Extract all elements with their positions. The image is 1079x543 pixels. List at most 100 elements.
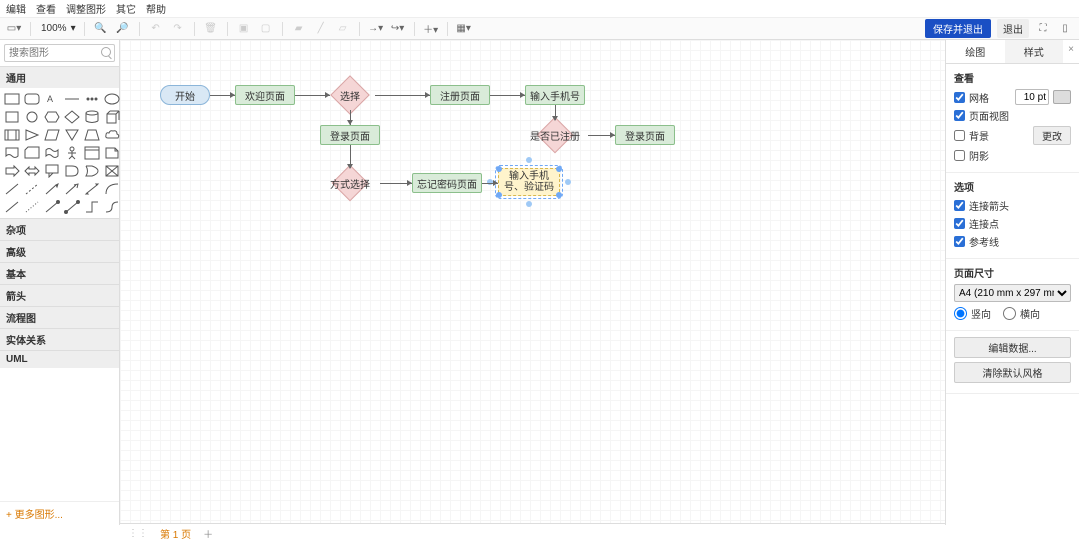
shape-line-arrow4[interactable] xyxy=(64,200,80,214)
shape-rect[interactable] xyxy=(4,92,20,106)
shape-or[interactable] xyxy=(84,164,100,178)
grid-size-input[interactable] xyxy=(1015,89,1049,105)
node-start[interactable]: 开始 xyxy=(160,85,210,105)
grid-color-swatch[interactable] xyxy=(1053,90,1071,104)
palette-common[interactable]: 通用 xyxy=(0,66,119,88)
zoom-in-icon[interactable]: 🔍 xyxy=(93,21,109,37)
undo-icon[interactable]: ↶ xyxy=(148,21,164,37)
shape-arc[interactable] xyxy=(104,182,120,196)
node-enter-code[interactable]: 输入手机号、验证码 xyxy=(498,168,560,196)
shape-circle[interactable] xyxy=(24,110,40,124)
fullscreen-icon[interactable]: ⛶ xyxy=(1035,21,1051,37)
page-icon[interactable]: ▭▾ xyxy=(6,21,22,37)
node-enter-phone[interactable]: 输入手机号 xyxy=(525,85,585,105)
node-register[interactable]: 注册页面 xyxy=(430,85,490,105)
conn-arrow-checkbox[interactable] xyxy=(954,200,965,211)
shape-roundrect[interactable] xyxy=(24,92,40,106)
shape-document[interactable] xyxy=(4,146,20,160)
palette-basic[interactable]: 基本 xyxy=(0,262,119,284)
shape-diamond[interactable] xyxy=(64,110,80,124)
shape-line4[interactable] xyxy=(84,200,100,214)
node-forgot[interactable]: 忘记密码页面 xyxy=(412,173,482,193)
add-page-button[interactable]: ＋ xyxy=(203,526,213,541)
shadow-icon[interactable]: ▱ xyxy=(335,21,351,37)
drag-handle-icon[interactable]: ⋮⋮ xyxy=(128,528,148,539)
front-icon[interactable]: ▣ xyxy=(236,21,252,37)
shape-cube[interactable] xyxy=(104,110,120,124)
shape-cloud[interactable] xyxy=(104,128,120,142)
node-welcome[interactable]: 欢迎页面 xyxy=(235,85,295,105)
collapse-icon[interactable]: ▯ xyxy=(1057,21,1073,37)
shape-line-dash[interactable] xyxy=(24,182,40,196)
exit-button[interactable]: 退出 xyxy=(997,19,1029,38)
table-icon[interactable]: ▦▾ xyxy=(456,21,472,37)
redo-icon[interactable]: ↷ xyxy=(170,21,186,37)
background-checkbox[interactable] xyxy=(954,130,965,141)
shape-line-arrow2[interactable] xyxy=(64,182,80,196)
conn-point-checkbox[interactable] xyxy=(954,218,965,229)
search-input[interactable] xyxy=(4,44,115,62)
palette-advanced[interactable]: 高级 xyxy=(0,240,119,262)
zoom-control[interactable]: 100%▾ xyxy=(39,23,76,34)
shape-square[interactable] xyxy=(4,110,20,124)
shape-callout[interactable] xyxy=(44,164,60,178)
menu-adjust[interactable]: 调整图形 xyxy=(66,1,106,16)
shape-triangle-down[interactable] xyxy=(64,128,80,142)
shadow-checkbox[interactable] xyxy=(954,150,965,161)
shape-triangle[interactable] xyxy=(24,128,40,142)
node-login2[interactable]: 登录页面 xyxy=(615,125,675,145)
shape-line-bi[interactable] xyxy=(84,182,100,196)
shape-cylinder[interactable] xyxy=(84,110,100,124)
shape-line-arrow3[interactable] xyxy=(44,200,60,214)
shape-line2[interactable] xyxy=(4,200,20,214)
shape-actor[interactable] xyxy=(64,146,80,160)
palette-arrows[interactable]: 箭头 xyxy=(0,284,119,306)
page-size-select[interactable]: A4 (210 mm x 297 mm) xyxy=(954,284,1071,302)
page-tab-1[interactable]: 第 1 页 xyxy=(160,526,191,541)
menu-view[interactable]: 查看 xyxy=(36,1,56,16)
reset-style-button[interactable]: 清除默认风格 xyxy=(954,362,1071,383)
close-icon[interactable]: × xyxy=(1063,40,1079,63)
node-registered[interactable]: 是否已注册 xyxy=(522,120,588,150)
canvas[interactable]: 开始 欢迎页面 选择 注册页面 登录页面 输入手机号 是否已注册 登录页面 方式… xyxy=(120,40,945,525)
background-change-button[interactable]: 更改 xyxy=(1033,126,1071,145)
node-select[interactable]: 选择 xyxy=(325,80,375,110)
pageview-checkbox[interactable] xyxy=(954,110,965,121)
line-icon[interactable]: ╱ xyxy=(313,21,329,37)
shape-container[interactable] xyxy=(84,146,100,160)
shape-and[interactable] xyxy=(64,164,80,178)
delete-icon[interactable]: 🗑 xyxy=(203,21,219,37)
palette-uml[interactable]: UML xyxy=(0,350,119,368)
menu-help[interactable]: 帮助 xyxy=(146,1,166,16)
grid-checkbox[interactable] xyxy=(954,92,965,103)
palette-flowchart[interactable]: 流程图 xyxy=(0,306,119,328)
shape-line1[interactable] xyxy=(4,182,20,196)
tab-diagram[interactable]: 绘图 xyxy=(946,40,1005,63)
shape-line3[interactable] xyxy=(24,200,40,214)
shape-process2[interactable] xyxy=(4,128,20,142)
zoom-out-icon[interactable]: 🔎 xyxy=(115,21,131,37)
menu-other[interactable]: 其它 xyxy=(116,1,136,16)
node-method[interactable]: 方式选择 xyxy=(320,168,380,198)
shape-dots[interactable] xyxy=(84,92,100,106)
shape-arrow-bi[interactable] xyxy=(24,164,40,178)
shape-card[interactable] xyxy=(24,146,40,160)
shape-trap[interactable] xyxy=(84,128,100,142)
shape-note[interactable] xyxy=(104,146,120,160)
back-icon[interactable]: ▢ xyxy=(258,21,274,37)
shape-ellipse[interactable] xyxy=(104,92,120,106)
guide-checkbox[interactable] xyxy=(954,236,965,247)
connector-icon[interactable]: →▾ xyxy=(368,21,384,37)
shape-junction[interactable] xyxy=(104,164,120,178)
add-icon[interactable]: ＋▾ xyxy=(423,21,439,37)
node-login[interactable]: 登录页面 xyxy=(320,125,380,145)
tab-style[interactable]: 样式 xyxy=(1005,40,1064,63)
fill-icon[interactable]: ▰ xyxy=(291,21,307,37)
menu-edit[interactable]: 编辑 xyxy=(6,1,26,16)
shape-parallelogram[interactable] xyxy=(44,128,60,142)
waypoint-icon[interactable]: ↪▾ xyxy=(390,21,406,37)
shape-hex[interactable] xyxy=(44,110,60,124)
more-shapes-button[interactable]: + 更多图形... xyxy=(0,501,119,525)
portrait-radio[interactable] xyxy=(954,307,967,320)
palette-erd[interactable]: 实体关系 xyxy=(0,328,119,350)
